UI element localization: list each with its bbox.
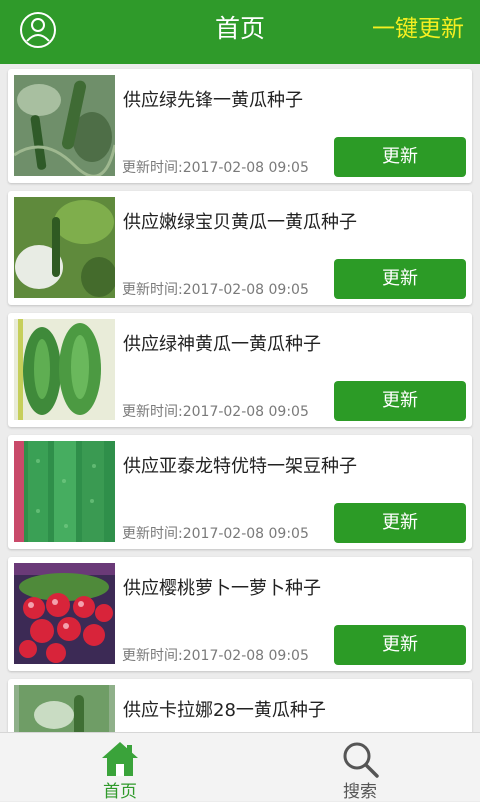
update-button[interactable]: 更新 <box>334 625 466 665</box>
list-item[interactable]: 供应绿神黄瓜一黄瓜种子 更新时间:2017-02-08 09:05 更新 <box>8 313 472 427</box>
product-thumbnail <box>14 197 115 298</box>
list-item[interactable]: 供应亚泰龙特优特一架豆种子 更新时间:2017-02-08 09:05 更新 <box>8 435 472 549</box>
list-item[interactable]: 供应嫩绿宝贝黄瓜一黄瓜种子 更新时间:2017-02-08 09:05 更新 <box>8 191 472 305</box>
product-list: 供应绿先锋一黄瓜种子 更新时间:2017-02-08 09:05 更新 供应嫩绿… <box>0 64 480 732</box>
update-time: 更新时间:2017-02-08 09:05 <box>122 648 309 664</box>
search-icon <box>343 742 379 778</box>
update-button[interactable]: 更新 <box>334 503 466 543</box>
product-name: 供应绿神黄瓜一黄瓜种子 <box>123 334 321 355</box>
product-name: 供应卡拉娜28一黄瓜种子 <box>123 700 326 721</box>
product-name: 供应绿先锋一黄瓜种子 <box>123 90 303 111</box>
update-time: 更新时间:2017-02-08 09:05 <box>122 526 309 542</box>
product-thumbnail <box>14 563 115 664</box>
product-name: 供应嫩绿宝贝黄瓜一黄瓜种子 <box>123 212 357 233</box>
update-button[interactable]: 更新 <box>334 137 466 177</box>
home-icon <box>102 742 138 776</box>
update-button[interactable]: 更新 <box>334 381 466 421</box>
list-item[interactable]: 供应卡拉娜28一黄瓜种子 <box>8 679 472 732</box>
product-thumbnail <box>14 75 115 176</box>
tab-search[interactable]: 搜索 <box>240 733 480 802</box>
list-item[interactable]: 供应樱桃萝卜一萝卜种子 更新时间:2017-02-08 09:05 更新 <box>8 557 472 671</box>
product-name: 供应亚泰龙特优特一架豆种子 <box>123 456 357 477</box>
update-button[interactable]: 更新 <box>334 259 466 299</box>
product-thumbnail <box>14 685 115 732</box>
update-all-button[interactable]: 一键更新 <box>372 0 464 58</box>
bottom-tab-bar: 首页 搜索 <box>0 732 480 802</box>
product-name: 供应樱桃萝卜一萝卜种子 <box>123 578 321 599</box>
update-time: 更新时间:2017-02-08 09:05 <box>122 404 309 420</box>
update-time: 更新时间:2017-02-08 09:05 <box>122 160 309 176</box>
app-header: 首页 一键更新 <box>0 0 480 64</box>
tab-search-label: 搜索 <box>343 782 377 802</box>
update-time: 更新时间:2017-02-08 09:05 <box>122 282 309 298</box>
product-thumbnail <box>14 441 115 542</box>
list-item[interactable]: 供应绿先锋一黄瓜种子 更新时间:2017-02-08 09:05 更新 <box>8 69 472 183</box>
tab-home[interactable]: 首页 <box>0 733 240 802</box>
product-thumbnail <box>14 319 115 420</box>
tab-home-label: 首页 <box>103 782 137 802</box>
